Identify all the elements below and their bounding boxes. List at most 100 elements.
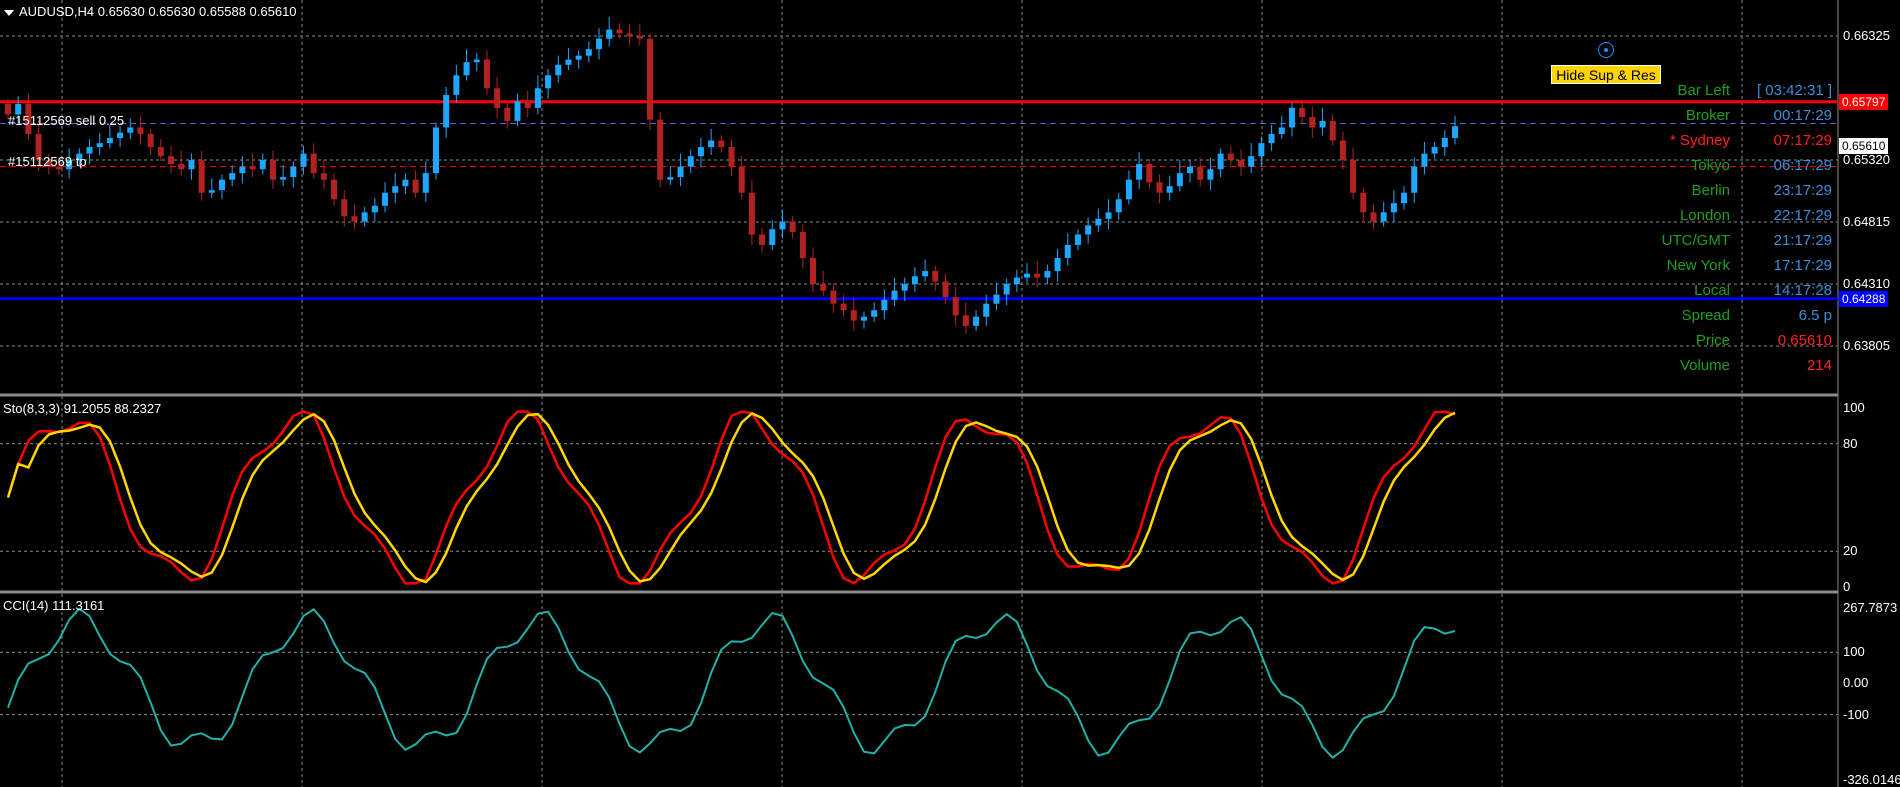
candle-body <box>881 299 888 311</box>
candle-body <box>891 290 898 300</box>
candle-body <box>422 173 429 193</box>
candle-body <box>534 88 541 108</box>
candle-body <box>667 177 674 180</box>
candle-body <box>524 101 531 108</box>
chart-canvas[interactable] <box>0 0 1900 787</box>
candle-body <box>1299 107 1306 118</box>
candle-body <box>453 75 460 95</box>
candle-body <box>249 166 256 170</box>
candle-body <box>932 271 939 282</box>
candle-body <box>850 310 857 321</box>
candle-body <box>1105 212 1112 219</box>
candle-body <box>626 33 633 37</box>
candle-body <box>1115 199 1122 213</box>
candle-body <box>697 147 704 157</box>
candle-body <box>168 156 175 165</box>
resistance-price-tag: 0.65797 <box>1839 93 1889 110</box>
candle-body <box>1441 137 1448 148</box>
candle-body <box>728 147 735 167</box>
info-label: Spread <box>1681 307 1730 324</box>
candle-body <box>300 153 307 167</box>
candle-body <box>1401 192 1408 204</box>
cci-main-line <box>7 607 1456 760</box>
info-label: Price <box>1695 332 1730 349</box>
candle-body <box>1339 140 1346 161</box>
candle-body <box>942 281 949 298</box>
candle-body <box>1085 225 1092 235</box>
candle-body <box>178 164 185 170</box>
candle-body <box>117 132 124 138</box>
candle-body <box>606 29 613 39</box>
candle-body <box>616 29 623 34</box>
candle-body <box>1003 284 1010 295</box>
candle-body <box>432 127 439 174</box>
cci-axis-label: 267.7873 <box>1843 600 1898 615</box>
candle-body <box>1054 258 1061 272</box>
hide-sup-res-button[interactable]: Hide Sup & Res <box>1551 65 1661 84</box>
price-axis-label: 0.64310 <box>1843 276 1890 291</box>
candle-body <box>1136 164 1143 180</box>
info-label: * Sydney <box>1669 132 1730 149</box>
info-value: 07:17:29 <box>1773 132 1832 149</box>
price-axis-label: 0.64815 <box>1843 214 1890 229</box>
candle-body <box>1309 117 1316 128</box>
info-label: Bar Left <box>1677 82 1730 99</box>
candle-body <box>412 179 419 193</box>
candle-body <box>290 166 297 178</box>
tp-order-label: #15112569 tp <box>8 154 87 169</box>
info-value: 0.65610 <box>1777 332 1832 349</box>
candle-body <box>1248 156 1255 167</box>
candle-body <box>677 166 684 178</box>
cci-axis-label: -100 <box>1843 706 1870 722</box>
candle-body <box>810 258 817 285</box>
candle-body <box>392 186 399 193</box>
sto-axis-label: 100 <box>1843 400 1865 415</box>
support-price-tag: 0.64288 <box>1839 290 1889 307</box>
candle-body <box>1064 244 1071 258</box>
candle-body <box>687 156 694 167</box>
target-icon[interactable] <box>1598 42 1614 58</box>
cci-line <box>0 607 1838 760</box>
candle-body <box>504 107 511 121</box>
candle-body <box>657 119 664 180</box>
candle-body <box>106 137 113 144</box>
candle-body <box>1227 153 1234 161</box>
info-value: [ 03:42:31 ] <box>1756 82 1832 99</box>
candle-body <box>1217 153 1224 170</box>
candle-body <box>1329 120 1336 141</box>
candle-body <box>229 173 236 180</box>
horizontal-levels[interactable] <box>0 100 1838 301</box>
candle-body <box>1288 107 1295 128</box>
info-value: 21:17:29 <box>1773 232 1832 249</box>
sto-axis-label: 0 <box>1843 579 1851 594</box>
info-value: 06:17:29 <box>1773 157 1832 174</box>
candle-body <box>575 55 582 60</box>
candle-body <box>1125 179 1132 200</box>
candle-body <box>830 290 837 304</box>
cci-axis-label: -326.0146 <box>1843 772 1900 787</box>
candle-body <box>208 190 215 193</box>
candle-body <box>1319 120 1326 128</box>
info-value: 17:17:29 <box>1773 257 1832 274</box>
candle-body <box>1074 234 1081 245</box>
info-value: 23:17:29 <box>1773 182 1832 199</box>
dropdown-triangle-icon[interactable] <box>4 9 14 16</box>
candle-body <box>738 166 745 193</box>
candle-body <box>1013 277 1020 285</box>
candle-body <box>402 179 409 187</box>
candle-body <box>820 284 827 291</box>
info-label: Volume <box>1679 357 1730 374</box>
price-axis-label: 0.63805 <box>1843 338 1890 353</box>
candle-body <box>973 316 980 326</box>
candle-body <box>137 127 144 134</box>
info-label: Local <box>1694 282 1730 299</box>
candle-body <box>1360 192 1367 213</box>
price-axis-label: 0.65320 <box>1843 152 1890 167</box>
candle-body <box>280 177 287 180</box>
sell-order-label: #15112569 sell 0.25 <box>8 113 125 128</box>
candle-body <box>147 134 154 148</box>
candlestick-series <box>5 16 1458 334</box>
candle-body <box>473 59 480 63</box>
price-axis-label: 0.66325 <box>1843 28 1890 43</box>
candle-body <box>157 147 164 157</box>
